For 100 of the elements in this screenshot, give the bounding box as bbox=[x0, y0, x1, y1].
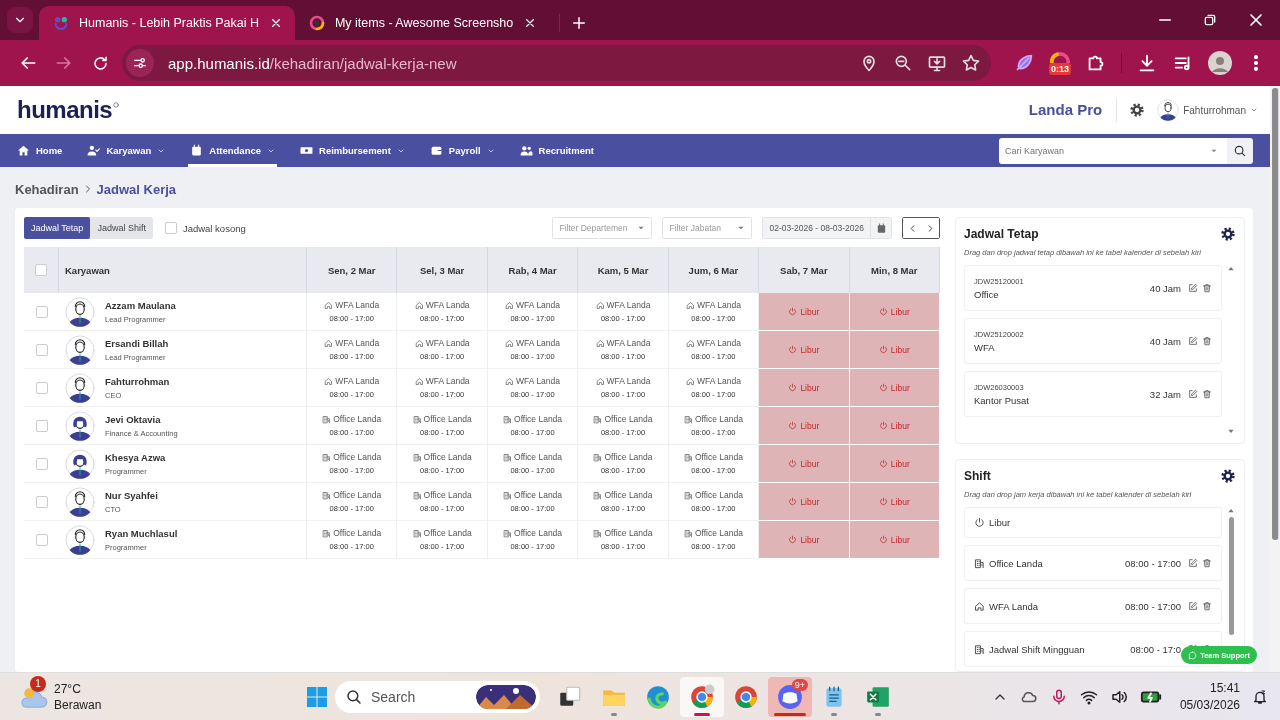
users-icon bbox=[519, 144, 533, 157]
camera-lens-icon bbox=[308, 15, 325, 31]
nav-item[interactable]: Payroll bbox=[427, 134, 497, 167]
column-header: Karyawan bbox=[59, 247, 307, 293]
shift-time: 08:00 - 17:00 bbox=[1125, 557, 1181, 569]
search-field[interactable]: Search bbox=[335, 680, 540, 713]
building-icon bbox=[683, 452, 693, 462]
house-icon bbox=[324, 338, 334, 348]
house-icon bbox=[505, 300, 515, 310]
schedule-name: Kantor Pusat bbox=[974, 394, 1030, 406]
search-button[interactable] bbox=[1227, 137, 1253, 164]
shift-card[interactable]: WFA Landa 08:00 - 17:00 bbox=[964, 588, 1222, 624]
building-icon bbox=[503, 528, 513, 538]
column-header: Sel, 3 Mar bbox=[397, 247, 488, 293]
house-icon bbox=[414, 338, 424, 348]
avatar-icon bbox=[65, 524, 95, 555]
browser-tab[interactable]: Humanis - Lebih Praktis Pakai H bbox=[39, 6, 295, 40]
power-icon bbox=[878, 535, 888, 544]
chrome-icon bbox=[689, 683, 715, 710]
scroll-up-icon[interactable] bbox=[1227, 265, 1235, 273]
notification-bell-icon[interactable] bbox=[1252, 688, 1268, 705]
avatar-icon bbox=[65, 296, 95, 327]
chat-app-icon bbox=[777, 683, 803, 710]
chevron-down-icon bbox=[1250, 106, 1258, 114]
building-icon bbox=[683, 414, 693, 424]
edit-icon[interactable] bbox=[1188, 389, 1198, 399]
trash-icon[interactable] bbox=[1202, 283, 1212, 293]
shift-card[interactable]: Libur bbox=[964, 507, 1222, 538]
nav-item[interactable]: Reimbursement bbox=[298, 134, 407, 167]
browser-tab[interactable]: My items - Awesome Screensho bbox=[294, 6, 550, 40]
house-icon bbox=[595, 376, 605, 386]
trash-icon[interactable] bbox=[1202, 336, 1212, 346]
edit-icon[interactable] bbox=[1188, 558, 1198, 568]
schedule-hours: 32 Jam bbox=[1149, 388, 1181, 400]
building-icon bbox=[593, 414, 603, 424]
scrollbar-thumb[interactable] bbox=[1228, 517, 1234, 635]
edit-icon[interactable] bbox=[1188, 601, 1198, 611]
nav-item[interactable]: Recruitment bbox=[517, 134, 596, 167]
nav-item[interactable]: Karyawan bbox=[85, 134, 168, 167]
recorder-icon[interactable] bbox=[1049, 51, 1071, 63]
row-checkbox[interactable] bbox=[35, 533, 48, 546]
building-icon bbox=[412, 528, 422, 538]
edit-icon[interactable] bbox=[1188, 336, 1198, 346]
view-tab[interactable]: Jadwal Tetap bbox=[24, 217, 91, 239]
row-checkbox[interactable] bbox=[35, 495, 48, 508]
zoom-out-icon[interactable] bbox=[893, 53, 913, 73]
bookmark-star-icon[interactable] bbox=[961, 53, 981, 73]
clock[interactable]: 15:41 05/03/2026 bbox=[1179, 681, 1240, 712]
empty-schedule-checkbox[interactable]: Jadwal kosong bbox=[164, 222, 246, 234]
page-scrollbar[interactable] bbox=[1270, 86, 1280, 672]
row-checkbox[interactable] bbox=[35, 343, 48, 356]
taskbar-app[interactable] bbox=[680, 676, 724, 717]
address-bar[interactable]: app.humanis.id/kehadiran/jadwal-kerja-new bbox=[122, 45, 991, 81]
tab-list-button[interactable] bbox=[7, 7, 33, 33]
scroll-down-icon[interactable] bbox=[1227, 427, 1235, 435]
scroll-up-icon[interactable] bbox=[1227, 507, 1235, 515]
humanis-logo[interactable]: humanis bbox=[17, 96, 113, 124]
profile-avatar-icon[interactable] bbox=[1208, 51, 1232, 75]
house-icon bbox=[595, 338, 605, 348]
row-checkbox[interactable] bbox=[35, 457, 48, 470]
notification-badge: 1 bbox=[30, 675, 46, 692]
row-checkbox[interactable] bbox=[35, 305, 48, 318]
row-checkbox[interactable] bbox=[35, 419, 48, 432]
avatar-icon bbox=[65, 334, 95, 365]
breadcrumb-link[interactable]: Kehadiran bbox=[15, 181, 79, 197]
trash-icon[interactable] bbox=[1202, 601, 1212, 611]
date-range-field[interactable]: 02-03-2026 - 08-03-2026 bbox=[762, 217, 892, 239]
shift-name: WFA Landa bbox=[989, 600, 1039, 612]
row-checkbox[interactable] bbox=[35, 381, 48, 394]
settings-icon[interactable] bbox=[1129, 102, 1146, 118]
home-icon bbox=[17, 144, 30, 157]
taskbar-app[interactable]: 9+ bbox=[768, 676, 812, 717]
calendar-icon bbox=[875, 222, 887, 234]
nav-item[interactable]: Home bbox=[15, 134, 65, 167]
shift-card[interactable]: Office Landa 08:00 - 17:00 bbox=[964, 545, 1222, 581]
trash-icon[interactable] bbox=[1202, 558, 1212, 568]
settings-icon[interactable] bbox=[1220, 468, 1236, 484]
view-tab[interactable]: Jadwal Shift bbox=[90, 217, 153, 239]
banknote-icon bbox=[300, 144, 314, 157]
column-header: Rab, 4 Mar bbox=[487, 247, 579, 293]
settings-icon[interactable] bbox=[1220, 226, 1236, 242]
site-info-icon[interactable] bbox=[132, 55, 148, 71]
employee-search-field[interactable]: Cari Karyawan bbox=[999, 137, 1227, 164]
schedule-hours: 40 Jam bbox=[1149, 335, 1181, 347]
select-all-checkbox[interactable] bbox=[35, 264, 47, 276]
start-icon[interactable] bbox=[305, 684, 329, 709]
employee-name: Jevi Oktavia bbox=[105, 413, 162, 425]
building-icon bbox=[593, 490, 603, 500]
restore-icon[interactable] bbox=[1202, 12, 1218, 28]
house-icon bbox=[974, 600, 985, 612]
avatar-icon bbox=[65, 410, 95, 441]
install-icon[interactable] bbox=[927, 53, 947, 73]
trash-icon[interactable] bbox=[1202, 389, 1212, 399]
user-menu[interactable]: Fahturrohman bbox=[1157, 99, 1258, 121]
nav-item[interactable]: Attendance bbox=[188, 134, 278, 167]
building-icon bbox=[412, 452, 422, 462]
site-logo-icon bbox=[53, 15, 69, 31]
edit-icon[interactable] bbox=[1188, 283, 1198, 293]
house-icon bbox=[324, 300, 334, 310]
company-name: Landa Pro bbox=[1028, 98, 1118, 122]
